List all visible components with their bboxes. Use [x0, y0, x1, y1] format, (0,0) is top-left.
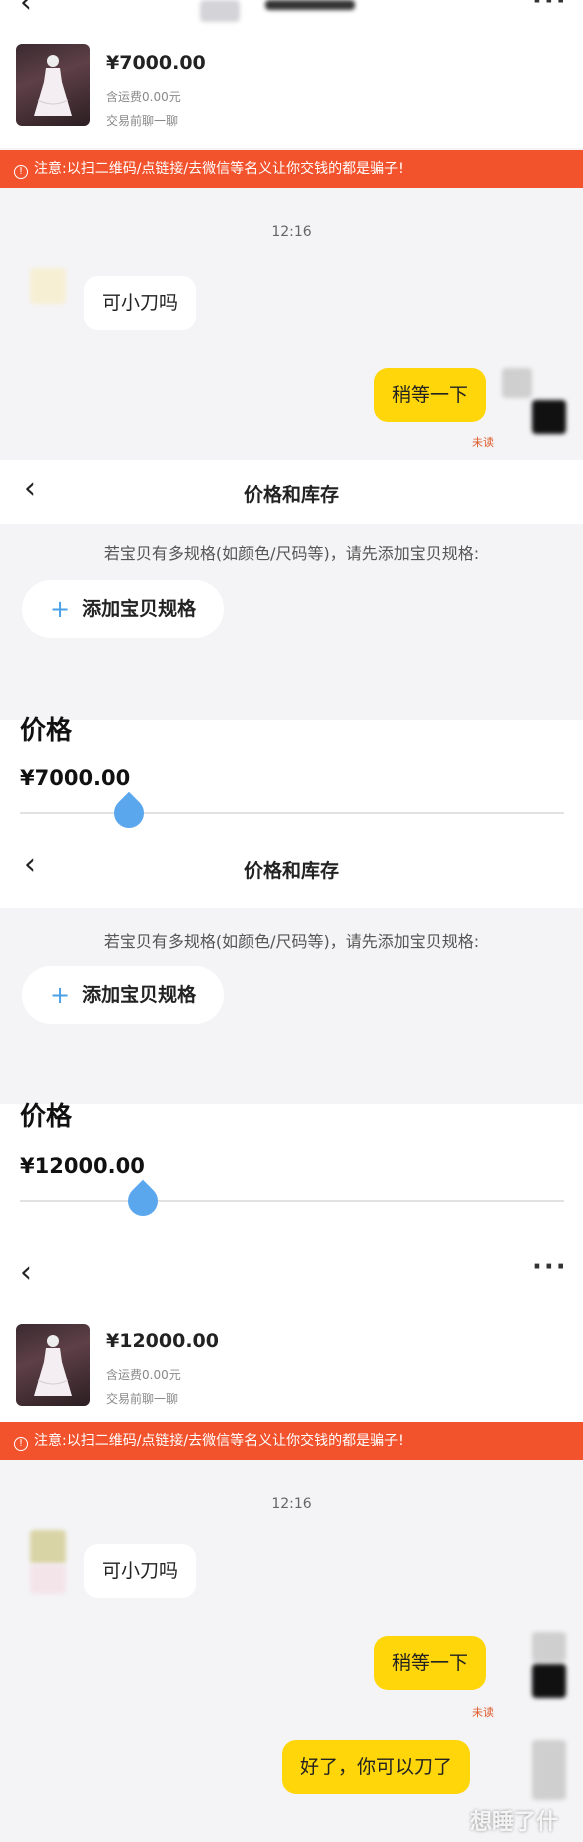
message-time: 12:16	[271, 1496, 312, 1512]
price-editor-2: ‹ 价格和库存 若宝贝有多规格(如颜色/尺码等)，请先添加宝贝规格: + 添加宝贝…	[0, 858, 583, 1240]
back-icon[interactable]: ‹	[20, 0, 32, 18]
warning-text: 注意:以扫二维码/点链接/去微信等名义让你交钱的都是骗子!	[34, 161, 404, 177]
plus-icon: +	[50, 595, 71, 623]
editor-title: 价格和库存	[243, 484, 339, 506]
shipping-text: 含运费0.00元	[106, 90, 181, 104]
price-label: 价格	[20, 716, 73, 746]
trade-hint: 交易前聊一聊	[106, 114, 179, 128]
spec-hint: 若宝贝有多规格(如颜色/尺码等)，请先添加宝贝规格:	[103, 932, 480, 951]
dress-icon	[34, 1335, 72, 1396]
buyer-avatar-bottom	[30, 1564, 66, 1594]
price-editor-1: ‹ 价格和库存 若宝贝有多规格(如颜色/尺码等)，请先添加宝贝规格: + 添加宝贝…	[0, 460, 583, 858]
shipping-text: 含运费0.00元	[106, 1368, 181, 1382]
more-icon[interactable]: ···	[532, 0, 568, 16]
warning-text: 注意:以扫二维码/点链接/去微信等名义让你交钱的都是骗子!	[34, 1433, 404, 1449]
info-icon: !	[14, 1437, 28, 1451]
info-icon: !	[14, 165, 28, 179]
plus-icon: +	[50, 981, 71, 1009]
message-bubble-right[interactable]: 稍等一下	[374, 1636, 487, 1690]
message-bubble-left[interactable]: 可小刀吗	[84, 276, 197, 330]
contact-name	[265, 0, 355, 10]
chat-panel-1: ‹ ··· ¥7000.00 含运费0.00元 交易前聊一聊 ! 注意:以扫二维码…	[0, 0, 583, 460]
buyer-avatar	[30, 1530, 66, 1564]
product-image[interactable]	[16, 44, 90, 126]
seller-avatar-dark	[532, 400, 566, 434]
price-input[interactable]: ¥12000.00	[20, 1154, 145, 1178]
message-bubble-right[interactable]: 好了，你可以刀了	[282, 1740, 471, 1794]
message-time: 12:16	[271, 224, 312, 240]
back-icon[interactable]: ‹	[20, 1258, 32, 1288]
product-price: ¥12000.00	[106, 1330, 219, 1352]
unread-status: 未读	[472, 1706, 494, 1719]
message-bubble-right[interactable]: 稍等一下	[374, 368, 487, 422]
spec-hint: 若宝贝有多规格(如颜色/尺码等)，请先添加宝贝规格:	[103, 544, 480, 563]
seller-avatar	[532, 1632, 566, 1662]
price-input[interactable]: ¥7000.00	[20, 766, 130, 790]
cursor-handle[interactable]	[121, 1179, 165, 1223]
scam-warning-banner: ! 注意:以扫二维码/点链接/去微信等名义让你交钱的都是骗子!	[0, 1422, 583, 1460]
seller-avatar-dark	[532, 1664, 566, 1698]
message-bubble-left[interactable]: 可小刀吗	[84, 1544, 197, 1598]
watermark: 想睡了什	[470, 1810, 559, 1835]
scam-warning-banner: ! 注意:以扫二维码/点链接/去微信等名义让你交钱的都是骗子!	[0, 150, 583, 188]
trade-hint: 交易前聊一聊	[106, 1392, 179, 1406]
product-image[interactable]	[16, 1324, 90, 1406]
unread-status: 未读	[472, 436, 494, 449]
cursor-handle[interactable]	[107, 791, 151, 835]
editor-title: 价格和库存	[243, 860, 339, 882]
add-spec-button[interactable]: + 添加宝贝规格	[22, 966, 225, 1024]
contact-avatar	[200, 0, 240, 22]
add-spec-label: 添加宝贝规格	[82, 984, 197, 1006]
seller-avatar	[532, 1740, 566, 1800]
buyer-avatar	[30, 268, 66, 304]
seller-avatar	[502, 368, 532, 398]
dress-icon	[34, 55, 72, 116]
more-icon[interactable]: ···	[532, 1252, 568, 1282]
price-underline	[20, 812, 564, 814]
add-spec-button[interactable]: + 添加宝贝规格	[22, 580, 225, 638]
product-price: ¥7000.00	[106, 52, 206, 74]
chat-panel-2: ‹ ··· ¥12000.00 含运费0.00元 交易前聊一聊 ! 注意:以扫二维…	[0, 1240, 583, 1842]
add-spec-label: 添加宝贝规格	[82, 598, 197, 620]
price-label: 价格	[20, 1102, 73, 1132]
price-underline	[20, 1200, 564, 1202]
